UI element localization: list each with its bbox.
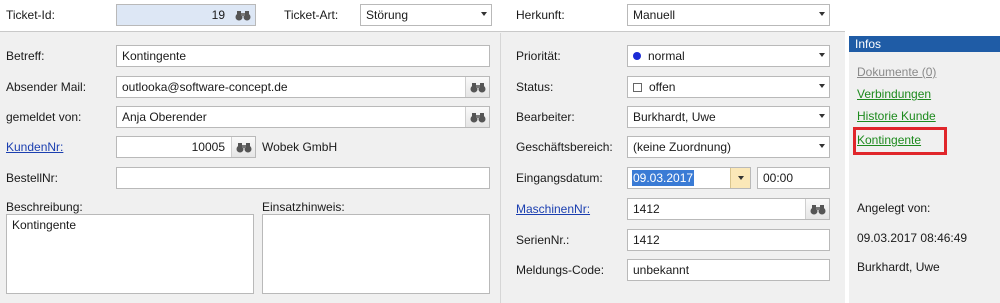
bearbeiter-select[interactable]: Burkhardt, Uwe — [627, 106, 830, 128]
gemeldet-von-value: Anja Oberender — [122, 110, 207, 124]
herkunft-select[interactable]: Manuell — [627, 4, 830, 26]
ticket-id-label: Ticket-Id: — [6, 8, 55, 22]
einsatzhinweis-label: Einsatzhinweis: — [262, 200, 345, 214]
chevron-down-icon — [737, 176, 744, 180]
gemeldet-von-field[interactable]: Anja Oberender — [116, 106, 490, 128]
gemeldet-label: gemeldet von: — [6, 110, 82, 124]
infos-panel: Infos Dokumente (0) Verbindungen Histori… — [849, 36, 1000, 303]
bestellnr-label: BestellNr: — [6, 171, 59, 185]
infos-header: Infos — [849, 36, 1000, 52]
binoculars-icon[interactable] — [465, 77, 489, 97]
beschreibung-textarea[interactable]: Kontingente — [6, 214, 254, 294]
chevron-down-icon[interactable] — [819, 114, 825, 118]
status-square-icon — [633, 83, 642, 92]
chevron-down-icon[interactable] — [819, 84, 825, 88]
angelegt-datum: 09.03.2017 08:46:49 — [857, 231, 968, 245]
binoculars-icon[interactable] — [231, 137, 255, 157]
maschinennr-value: 1412 — [633, 202, 660, 216]
ticket-id-field[interactable]: 19 — [116, 4, 256, 26]
eingangszeit-field[interactable]: 00:00 — [757, 167, 830, 189]
calendar-dropdown-button[interactable] — [730, 168, 750, 188]
absender-mail-value: outlooka@software-concept.de — [122, 80, 288, 94]
ticket-art-label: Ticket-Art: — [284, 8, 339, 22]
chevron-down-icon[interactable] — [819, 144, 825, 148]
bearbeiter-label: Bearbeiter: — [516, 110, 575, 124]
prioritaet-label: Priorität: — [516, 49, 561, 63]
kundennr-value: 10005 — [191, 140, 225, 154]
kundennr-link[interactable]: KundenNr: — [6, 140, 63, 154]
angelegt-user: Burkhardt, Uwe — [857, 260, 940, 274]
beschreibung-label: Beschreibung: — [6, 200, 83, 214]
kunde-name: Wobek GmbH — [262, 140, 338, 154]
meldungs-code-field[interactable]: unbekannt — [627, 259, 830, 281]
chevron-down-icon[interactable] — [819, 12, 825, 16]
prioritaet-value: normal — [648, 49, 685, 63]
herkunft-value: Manuell — [633, 8, 676, 22]
chevron-down-icon[interactable] — [481, 12, 487, 16]
bearbeiter-value: Burkhardt, Uwe — [633, 110, 716, 124]
eingangsdatum-label: Eingangsdatum: — [516, 171, 603, 185]
geschaeftsbereich-select[interactable]: (keine Zuordnung) — [627, 136, 830, 158]
geschaeftsbereich-value: (keine Zuordnung) — [633, 140, 732, 154]
binoculars-icon[interactable] — [465, 107, 489, 127]
herkunft-label: Herkunft: — [516, 8, 565, 22]
kontingente-link[interactable]: Kontingente — [857, 133, 921, 147]
kundennr-field[interactable]: 10005 — [116, 136, 256, 158]
eingangsdatum-value[interactable]: 09.03.2017 — [632, 170, 695, 186]
bestellnr-field[interactable] — [116, 167, 490, 189]
maschinennr-field[interactable]: 1412 — [627, 198, 830, 220]
einsatzhinweis-textarea[interactable] — [262, 214, 490, 294]
status-select[interactable]: offen — [627, 76, 830, 98]
seriennr-label: SerienNr.: — [516, 233, 570, 247]
betreff-label: Betreff: — [6, 49, 45, 63]
status-label: Status: — [516, 80, 554, 94]
ticket-art-value: Störung — [366, 8, 409, 22]
binoculars-icon[interactable] — [805, 199, 829, 219]
meldungs-code-label: Meldungs-Code: — [516, 263, 605, 277]
ticket-art-select[interactable]: Störung — [360, 4, 492, 26]
verbindungen-link[interactable]: Verbindungen — [857, 87, 931, 101]
column-divider — [500, 33, 501, 303]
prioritaet-select[interactable]: normal — [627, 45, 830, 67]
binoculars-icon[interactable] — [231, 5, 255, 25]
eingangsdatum-picker[interactable]: 09.03.2017 — [627, 167, 751, 189]
absender-mail-field[interactable]: outlooka@software-concept.de — [116, 76, 490, 98]
ticket-id-value: 19 — [211, 8, 225, 22]
status-value: offen — [649, 80, 676, 94]
seriennr-field[interactable]: 1412 — [627, 229, 830, 251]
dokumente-link[interactable]: Dokumente (0) — [857, 65, 936, 79]
angelegt-von-label: Angelegt von: — [857, 201, 931, 215]
maschinennr-link[interactable]: MaschinenNr: — [516, 202, 590, 216]
chevron-down-icon[interactable] — [819, 53, 825, 57]
geschaeftsbereich-label: Geschäftsbereich: — [516, 140, 613, 154]
betreff-field[interactable]: Kontingente — [116, 45, 490, 67]
historie-kunde-link[interactable]: Historie Kunde — [857, 109, 936, 123]
absender-label: Absender Mail: — [6, 80, 87, 94]
priority-dot-icon — [633, 52, 641, 60]
